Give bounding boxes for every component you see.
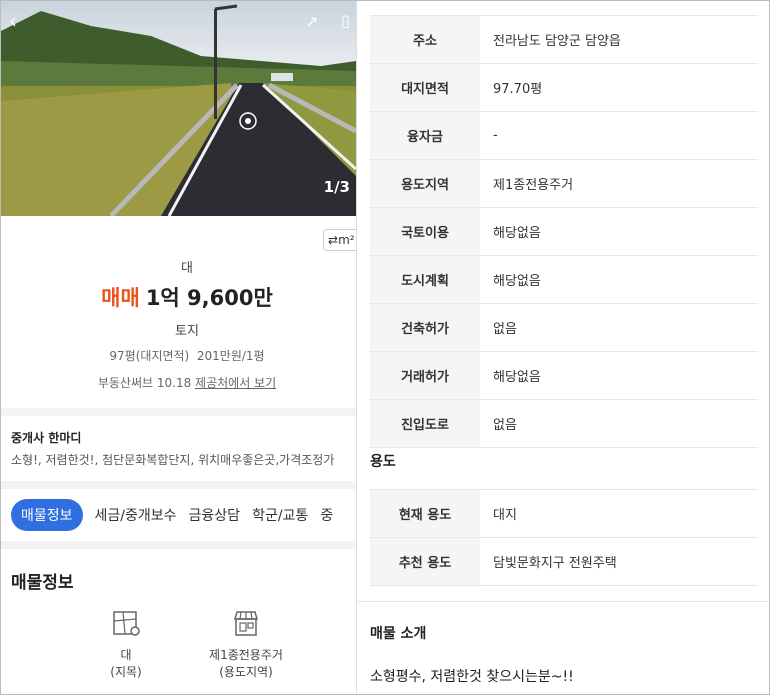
row-key: 거래허가 (370, 351, 480, 400)
table-row: 용도지역 제1종전용주거 (370, 159, 758, 208)
row-key: 진입도로 (370, 399, 480, 448)
swap-icon: ⇄ (328, 233, 339, 247)
source-line: 부동산써브 10.18 제공처에서 보기 (1, 374, 356, 391)
intro-section-title: 매물 소개 (370, 626, 427, 642)
left-panel: ‹ ↗ ▯ 1/3 ⇄m² 대 매매 1억 9,600만 토지 97평(대지면적)… (1, 1, 356, 693)
map-pin-icon (113, 611, 140, 636)
unit-toggle-button[interactable]: ⇄m² (323, 229, 356, 251)
price-line: 매매 1억 9,600만 (1, 282, 356, 312)
land-category: 대 (181, 261, 193, 276)
table-row: 융자금 - (370, 111, 758, 160)
row-value: 없음 (480, 399, 758, 448)
table-row: 주소 전라남도 담양군 담양읍 (370, 15, 758, 64)
usage-section-title: 용도 (370, 454, 396, 470)
table-row: 건축허가 없음 (370, 303, 758, 352)
table-row: 대지면적 97.70평 (370, 63, 758, 112)
tab-tax-fee[interactable]: 세금/중개보수 (95, 499, 177, 531)
row-value: 해당없음 (480, 255, 758, 304)
row-value: 해당없음 (480, 351, 758, 400)
divider (357, 601, 768, 602)
divider (1, 408, 356, 416)
tab-school-transport[interactable]: 학군/교통 (252, 499, 308, 531)
table-row: 국토이용 해당없음 (370, 207, 758, 256)
land-type-info: 대 (지목) (96, 609, 156, 681)
intro-text: 소형평수, 저렴한것 찾으시는분~!! (370, 669, 574, 685)
table-row: 추천 용도 담빛문화지구 전원주택 (370, 537, 758, 586)
property-photo[interactable]: ‹ ↗ ▯ 1/3 (1, 1, 356, 216)
row-key: 건축허가 (370, 303, 480, 352)
row-key: 융자금 (370, 111, 480, 160)
row-value: 담빛문화지구 전원주택 (480, 537, 758, 586)
row-value: 해당없음 (480, 207, 758, 256)
source-name: 부동산써브 10.18 (97, 376, 192, 390)
tab-more[interactable]: 중 (320, 499, 333, 531)
zoning-info: 제1종전용주거 (용도지역) (201, 609, 291, 681)
tab-listing-info[interactable]: 매물정보 (11, 499, 83, 531)
price-value: 1억 9,600만 (145, 286, 273, 310)
usage-table: 현재 용도 대지 추천 용도 담빛문화지구 전원주택 (370, 489, 758, 586)
bookmark-icon[interactable]: ▯ (341, 11, 350, 31)
agent-comment-text: 소형!, 저렴한것!, 첨단문화복합단지, 위치매우좋은곳,가격조정가 (11, 453, 335, 467)
share-icon[interactable]: ↗ (305, 12, 318, 32)
tab-finance[interactable]: 금융상담 (189, 499, 241, 531)
property-type: 토지 (175, 324, 199, 339)
table-row: 거래허가 해당없음 (370, 351, 758, 400)
land-type-caption: (지목) (110, 665, 142, 679)
unit-label: m² (338, 233, 355, 247)
zoning-label: 제1종전용주거 (209, 648, 283, 662)
zoning-caption: (용도지역) (219, 665, 273, 679)
row-key: 현재 용도 (370, 489, 480, 538)
store-icon (234, 611, 258, 636)
property-info-table: 주소 전라남도 담양군 담양읍 대지면적 97.70평 융자금 - 용도지역 제1종전용… (370, 15, 758, 448)
row-value: 97.70평 (480, 63, 758, 112)
table-row: 도시계획 해당없음 (370, 255, 758, 304)
street-view-image (1, 1, 356, 216)
divider (1, 481, 356, 489)
area-price-meta: 97평(대지면적) 201만원/1평 (109, 349, 265, 363)
row-key: 국토이용 (370, 207, 480, 256)
row-value: 제1종전용주거 (480, 159, 758, 208)
row-value: 전라남도 담양군 담양읍 (480, 15, 758, 64)
row-value: 없음 (480, 303, 758, 352)
land-type-label: 대 (120, 648, 132, 662)
tab-bar: 매물정보 세금/중개보수 금융상담 학군/교통 중 (11, 499, 345, 531)
back-arrow-icon[interactable]: ‹ (9, 11, 17, 31)
row-key: 추천 용도 (370, 537, 480, 586)
row-value: 대지 (480, 489, 758, 538)
divider (1, 541, 356, 549)
row-value: - (480, 111, 758, 160)
photo-counter: 1/3 (323, 178, 350, 196)
section-title: 매물정보 (11, 573, 74, 593)
table-row: 현재 용도 대지 (370, 489, 758, 538)
deal-type: 매매 (101, 286, 140, 310)
row-key: 도시계획 (370, 255, 480, 304)
row-key: 대지면적 (370, 63, 480, 112)
price-summary: 대 매매 1억 9,600만 토지 97평(대지면적) 201만원/1평 부동산써… (1, 251, 356, 391)
source-link[interactable]: 제공처에서 보기 (195, 376, 276, 390)
right-panel: 주소 전라남도 담양군 담양읍 대지면적 97.70평 융자금 - 용도지역 제1종전용… (357, 1, 768, 693)
table-row: 진입도로 없음 (370, 399, 758, 448)
row-key: 용도지역 (370, 159, 480, 208)
row-key: 주소 (370, 15, 480, 64)
agent-comment-title: 중개사 한마디 (11, 431, 82, 445)
